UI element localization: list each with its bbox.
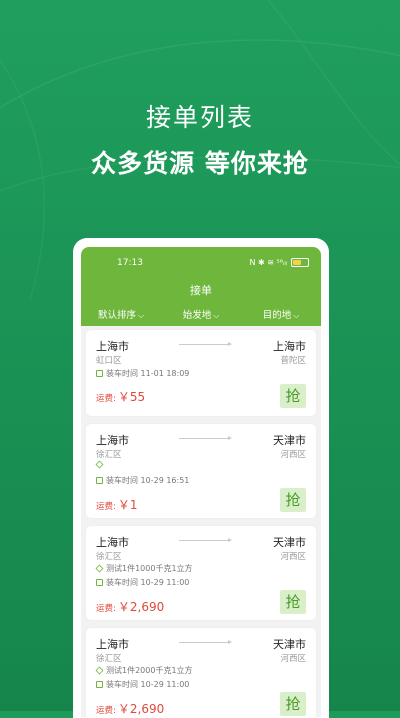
fee-label: 运费: <box>96 502 116 512</box>
package-icon <box>95 666 104 675</box>
order-card[interactable]: 上海市 天津市 徐汇区 河西区 测试1件2000千克1立方 装车时间 10-29… <box>86 628 316 717</box>
goods-info: 测试1件2000千克1立方 <box>106 666 193 675</box>
filter-destination[interactable]: 目的地 ⌵ <box>241 307 321 321</box>
order-destination-district: 普陀区 <box>280 356 306 366</box>
order-destination-district: 河西区 <box>280 450 306 460</box>
order-origin-district: 徐汇区 <box>96 450 122 460</box>
app-header: 17:13 N ✱ ≋ ⁵⁶ᵢₗₗ 接单 默认排序 ⌵ 始发地 ⌵ 目的地 ⌵ <box>81 247 321 326</box>
order-origin: 上海市 <box>96 434 129 447</box>
fee-amount: ￥2,690 <box>117 600 165 614</box>
order-destination: 上海市 <box>273 340 306 353</box>
load-time-row: 装车时间 10-29 16:51 <box>96 475 189 486</box>
order-list: 上海市 上海市 虹口区 普陀区 装车时间 11-01 18:09 运费: ￥55 … <box>81 330 321 717</box>
goods-info: 测试1件1000千克1立方 <box>106 564 193 573</box>
calendar-icon <box>96 681 103 688</box>
fee-amount: ￥1 <box>117 498 138 512</box>
fee: 运费: ￥2,690 <box>96 598 164 615</box>
arrow-right-icon <box>179 436 232 440</box>
calendar-icon <box>96 579 103 586</box>
order-origin: 上海市 <box>96 340 129 353</box>
grab-order-button[interactable]: 抢 <box>280 590 306 614</box>
grab-order-button[interactable]: 抢 <box>280 692 306 716</box>
order-origin-district: 徐汇区 <box>96 654 122 664</box>
order-origin-district: 徐汇区 <box>96 552 122 562</box>
fee-label: 运费: <box>96 604 116 614</box>
order-destination-district: 河西区 <box>280 654 306 664</box>
status-time: 17:13 <box>117 258 143 268</box>
order-destination: 天津市 <box>273 638 306 651</box>
fee-label: 运费: <box>96 394 116 404</box>
load-time-row: 装车时间 11-01 18:09 <box>96 368 189 379</box>
fee-label: 运费: <box>96 706 116 716</box>
phone-mockup: 17:13 N ✱ ≋ ⁵⁶ᵢₗₗ 接单 默认排序⌵ 始发地⌵ 目的地⌵ <box>73 238 329 718</box>
goods-row: 测试1件1000千克1立方 <box>95 563 193 574</box>
headline-title: 接单列表 <box>145 103 254 132</box>
load-time-row: 装车时间 10-29 11:00 <box>96 679 189 690</box>
fee-amount: ￥55 <box>117 390 146 404</box>
battery-icon <box>291 258 309 267</box>
calendar-icon <box>96 477 103 484</box>
app-title: 接单 <box>190 284 212 297</box>
filter-bar: 默认排序 ⌵ 始发地 ⌵ 目的地 ⌵ <box>81 307 321 321</box>
status-bar: 17:13 N ✱ ≋ ⁵⁶ᵢₗₗ <box>81 257 321 271</box>
goods-row <box>95 460 106 469</box>
chevron-down-icon: ⌵ <box>137 311 145 320</box>
order-origin: 上海市 <box>96 536 129 549</box>
headline: 接单列表 众多货源 等你来抢 <box>0 98 400 180</box>
fee: 运费: ￥55 <box>96 388 145 405</box>
order-destination: 天津市 <box>273 434 306 447</box>
order-card[interactable]: 上海市 上海市 虹口区 普陀区 装车时间 11-01 18:09 运费: ￥55 … <box>86 330 316 416</box>
load-time: 装车时间 10-29 11:00 <box>106 680 190 689</box>
filter-origin-label: 始发地 <box>182 310 212 321</box>
order-card[interactable]: 上海市 天津市 徐汇区 河西区 装车时间 10-29 16:51 运费: ￥1 抢 <box>86 424 316 518</box>
grab-order-button[interactable]: 抢 <box>280 488 306 512</box>
filter-origin[interactable]: 始发地 ⌵ <box>161 307 241 321</box>
headline-subtitle: 众多货源 等你来抢 <box>91 149 309 178</box>
arrow-right-icon <box>179 342 232 346</box>
fee: 运费: ￥2,690 <box>96 700 164 717</box>
order-destination-district: 河西区 <box>280 552 306 562</box>
fee-amount: ￥2,690 <box>117 702 165 716</box>
status-icons: N ✱ ≋ ⁵⁶ᵢₗₗ <box>249 258 309 267</box>
package-icon <box>95 460 104 469</box>
order-origin-district: 虹口区 <box>96 356 122 366</box>
order-card[interactable]: 上海市 天津市 徐汇区 河西区 测试1件1000千克1立方 装车时间 10-29… <box>86 526 316 620</box>
order-origin: 上海市 <box>96 638 129 651</box>
filter-destination-label: 目的地 <box>262 310 292 321</box>
chevron-down-icon: ⌵ <box>293 311 300 320</box>
load-time-row: 装车时间 10-29 11:00 <box>96 577 189 588</box>
package-icon <box>95 564 104 573</box>
order-destination: 天津市 <box>273 536 306 549</box>
load-time: 装车时间 10-29 16:51 <box>106 476 190 485</box>
arrow-right-icon <box>179 640 232 644</box>
signal-icons: N ✱ ≋ ⁵⁶ᵢₗₗ <box>249 258 287 267</box>
chevron-down-icon: ⌵ <box>213 311 220 320</box>
grab-order-button[interactable]: 抢 <box>280 384 306 408</box>
calendar-icon <box>96 370 103 377</box>
fee: 运费: ￥1 <box>96 496 138 513</box>
filter-sort-label: 默认排序 <box>97 310 136 321</box>
load-time: 装车时间 10-29 11:00 <box>106 578 190 587</box>
goods-row: 测试1件2000千克1立方 <box>95 665 193 676</box>
filter-sort[interactable]: 默认排序 ⌵ <box>81 307 161 321</box>
app-screen: 17:13 N ✱ ≋ ⁵⁶ᵢₗₗ 接单 默认排序⌵ 始发地⌵ 目的地⌵ <box>81 247 321 717</box>
arrow-right-icon <box>179 538 232 542</box>
load-time: 装车时间 11-01 18:09 <box>106 369 190 378</box>
